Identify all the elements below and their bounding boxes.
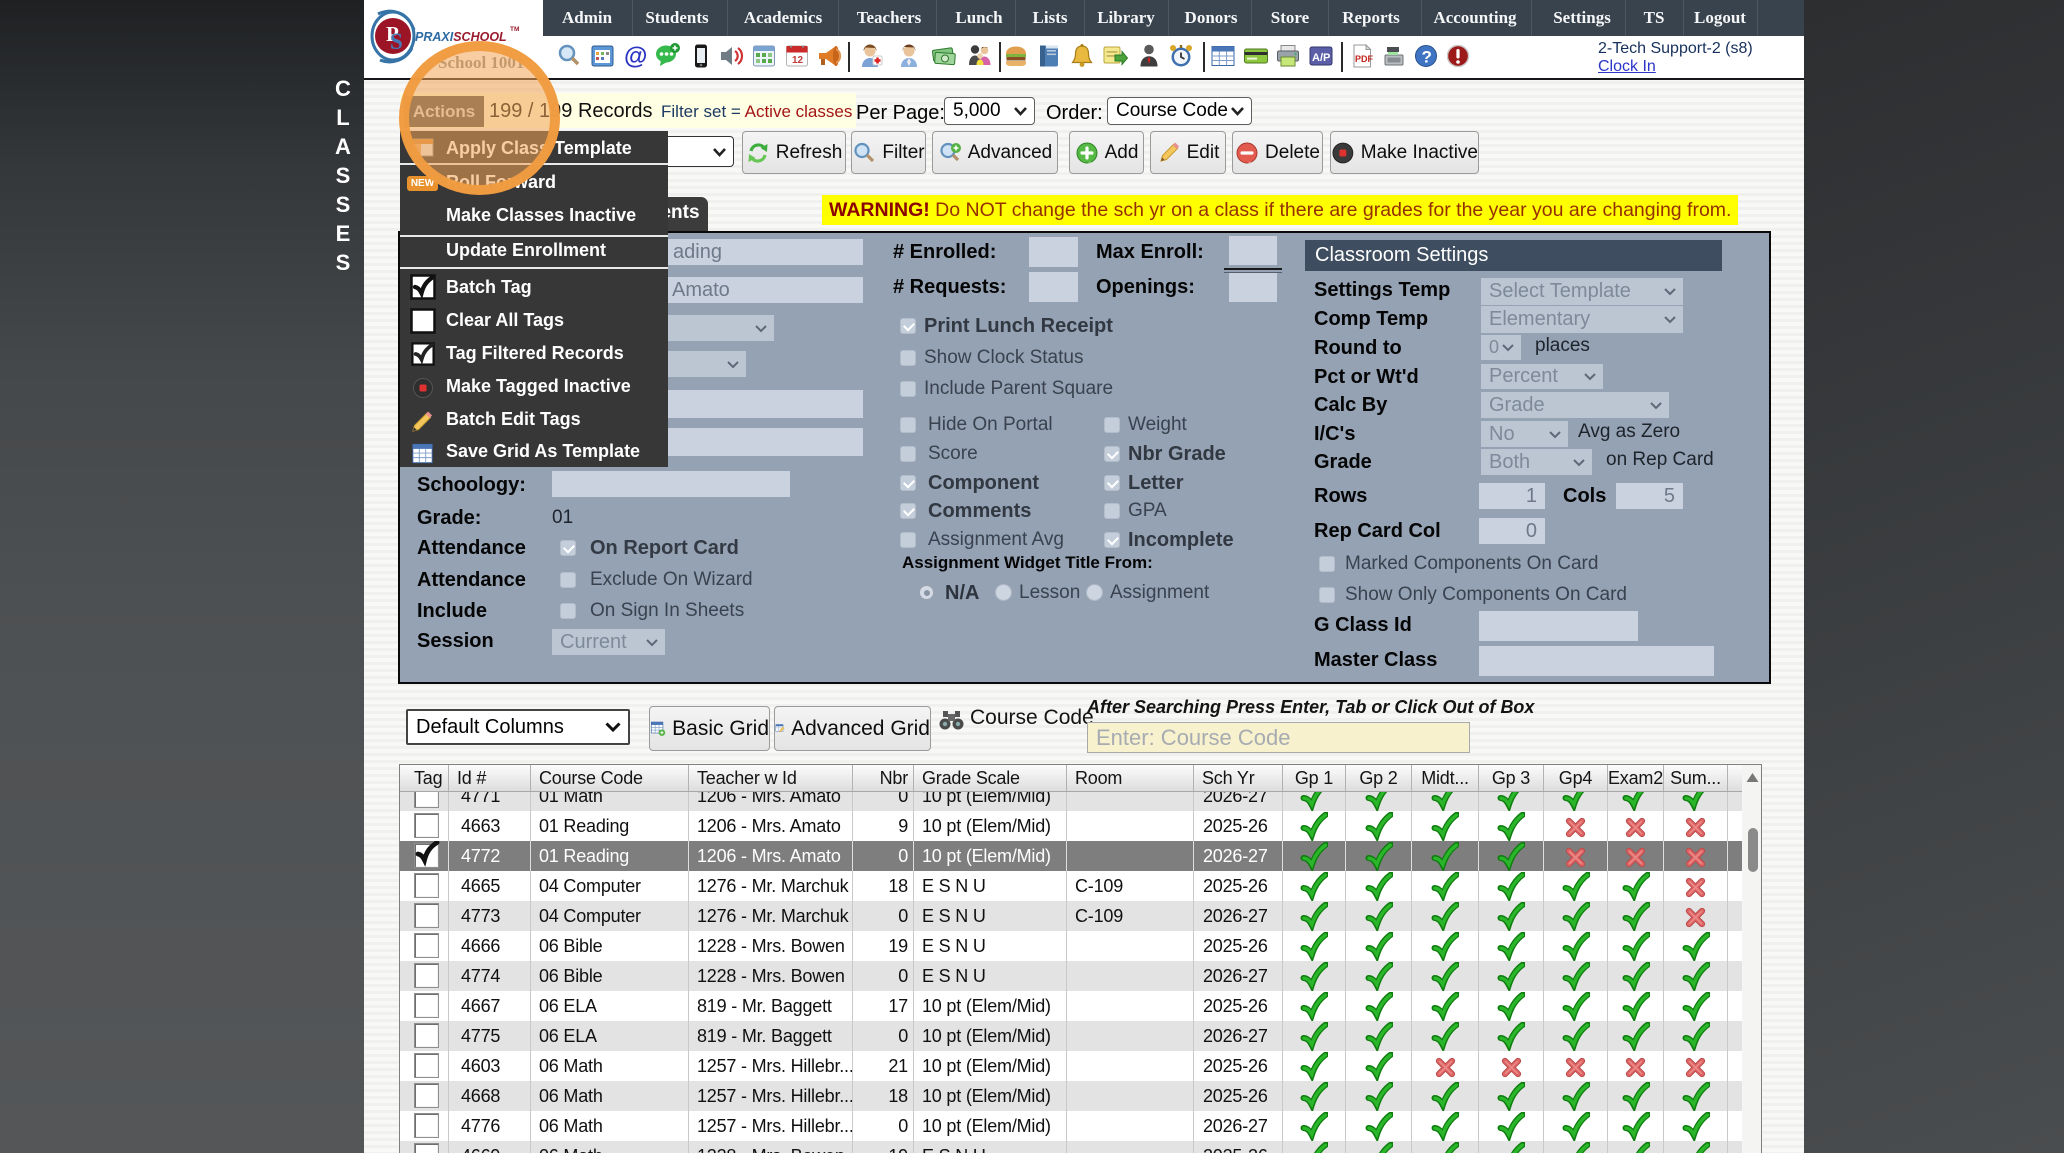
svg-text:?: ? [1422, 48, 1432, 67]
svg-text:A/P: A/P [1312, 52, 1330, 64]
svg-text:12: 12 [792, 55, 804, 66]
svg-text:S: S [390, 29, 403, 54]
svg-text:PDF: PDF [1355, 54, 1374, 64]
svg-text:@: @ [624, 43, 647, 69]
